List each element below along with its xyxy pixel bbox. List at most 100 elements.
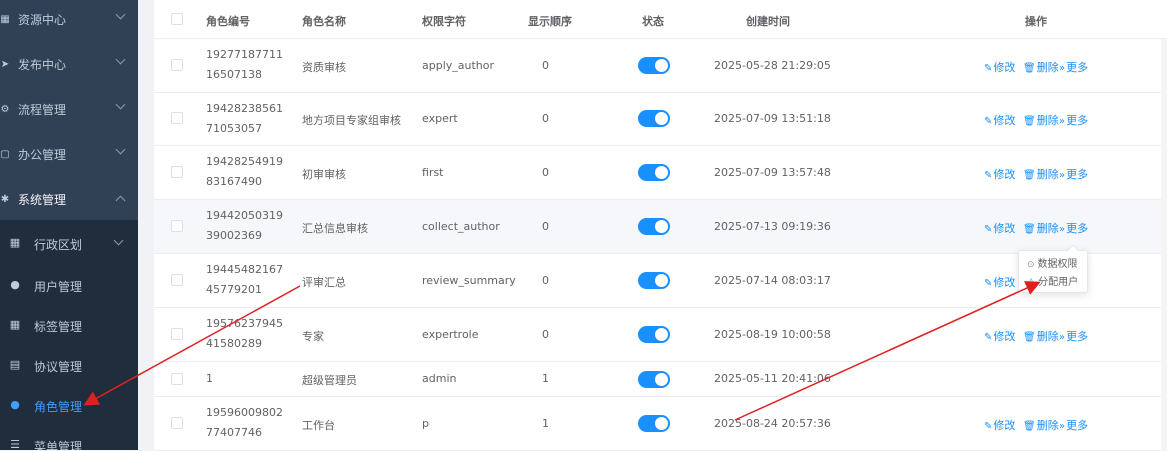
menu-item-data-permission[interactable]: ⊙ 数据权限	[1027, 255, 1078, 270]
table-row: 1959600980277407746 工作台 p 1 2025-08-24 2…	[154, 397, 1161, 451]
created-time: 2025-07-09 13:57:48	[714, 166, 831, 179]
chevron-down-icon	[115, 144, 126, 155]
role-id: 1944205031939002369	[206, 209, 283, 242]
sidebar-item-publish-center[interactable]: ➤ 发布中心	[0, 42, 138, 87]
role-name: 初审审核	[302, 168, 346, 181]
status-switch[interactable]	[638, 110, 670, 127]
edit-button[interactable]: ✎修改	[984, 112, 1015, 128]
role-id: 1942823856171053057	[206, 102, 283, 135]
double-chevron-right-icon: »	[1059, 421, 1066, 432]
role-name: 超级管理员	[302, 374, 357, 387]
chevron-up-icon	[115, 195, 126, 206]
status-switch[interactable]	[638, 415, 670, 432]
row-checkbox[interactable]	[171, 112, 183, 124]
row-checkbox[interactable]	[171, 166, 183, 178]
trash-icon: 🗑	[1023, 170, 1036, 181]
table-row: 1944548216745779201 评审汇总 review_summary …	[154, 254, 1161, 308]
status-switch[interactable]	[638, 272, 670, 289]
role-name: 工作台	[302, 419, 335, 432]
double-chevron-right-icon: »	[1059, 224, 1066, 235]
trash-icon: 🗑	[1023, 116, 1036, 127]
row-checkbox[interactable]	[171, 417, 183, 429]
edit-button[interactable]: ✎修改	[984, 166, 1015, 182]
more-button[interactable]: »更多	[1059, 417, 1088, 433]
status-switch[interactable]	[638, 57, 670, 74]
created-time: 2025-07-14 08:03:17	[714, 274, 831, 287]
sidebar-item-tag-management[interactable]: ▦ 标签管理	[0, 305, 138, 345]
status-switch[interactable]	[638, 164, 670, 181]
delete-button[interactable]: 🗑删除	[1023, 220, 1059, 236]
edit-button[interactable]: ✎修改	[984, 274, 1015, 290]
role-id: 1959600980277407746	[206, 406, 283, 439]
status-switch[interactable]	[638, 326, 670, 343]
edit-button[interactable]: ✎修改	[984, 417, 1015, 433]
more-button[interactable]: »更多	[1059, 112, 1088, 128]
sidebar-item-user-management[interactable]: ● 用户管理	[0, 265, 138, 305]
row-checkbox[interactable]	[171, 328, 183, 340]
chevron-down-icon	[115, 54, 126, 65]
sort-order: 0	[542, 166, 549, 179]
sidebar-item-office-management[interactable]: ▢ 办公管理	[0, 132, 138, 177]
trash-icon: 🗑	[1023, 224, 1036, 235]
role-name: 专家	[302, 330, 324, 343]
grid-icon: ▦	[9, 236, 21, 249]
sidebar-item-admin-division[interactable]: ▦ 行政区划	[0, 223, 138, 263]
double-chevron-right-icon: »	[1059, 332, 1066, 343]
created-time: 2025-08-19 10:00:58	[714, 328, 831, 341]
delete-button[interactable]: 🗑删除	[1023, 166, 1059, 182]
row-checkbox[interactable]	[171, 274, 183, 286]
more-button[interactable]: »更多	[1059, 166, 1088, 182]
chevron-down-icon	[115, 99, 126, 110]
select-all-checkbox[interactable]	[171, 13, 183, 25]
scrollbar[interactable]	[1161, 0, 1167, 450]
edit-icon: ✎	[984, 278, 993, 289]
row-checkbox[interactable]	[171, 59, 183, 71]
trash-icon: 🗑	[1023, 332, 1036, 343]
sort-order: 0	[542, 59, 549, 72]
role-id: 1957623794541580289	[206, 317, 283, 350]
delete-button[interactable]: 🗑删除	[1023, 112, 1059, 128]
sidebar-item-resource-center[interactable]: ▦ 资源中心	[0, 0, 138, 42]
list-icon: ☰	[10, 438, 20, 451]
sidebar-item-role-management[interactable]: ● 角色管理	[0, 385, 138, 425]
grid-icon: ▦	[0, 13, 10, 25]
edit-button[interactable]: ✎修改	[984, 220, 1015, 236]
role-name: 地方项目专家组审核	[302, 114, 401, 127]
row-checkbox[interactable]	[171, 373, 183, 385]
status-switch[interactable]	[638, 371, 670, 388]
permission-key: collect_author	[422, 220, 500, 233]
sidebar-item-menu-management[interactable]: ☰ 菜单管理	[0, 425, 138, 451]
permission-key: apply_author	[422, 59, 495, 72]
edit-button[interactable]: ✎修改	[984, 59, 1015, 75]
sidebar-item-protocol-management[interactable]: ▤ 协议管理	[0, 345, 138, 385]
role-name: 汇总信息审核	[302, 222, 368, 235]
table-row: 1942823856171053057 地方项目专家组审核 expert 0 2…	[154, 93, 1161, 146]
edit-button[interactable]: ✎修改	[984, 328, 1015, 344]
header-permission-key: 权限字符	[422, 15, 466, 28]
chevron-down-icon	[115, 9, 126, 20]
double-chevron-right-icon: »	[1059, 63, 1066, 74]
submenu: ▦ 行政区划 ● 用户管理 ▦ 标签管理 ▤ 协议管理 ● 角色管理 ☰ 菜单管…	[0, 220, 138, 450]
permission-key: expertrole	[422, 328, 479, 341]
edit-icon: ✎	[984, 116, 993, 127]
menu-item-assign-user[interactable]: ♙ 分配用户	[1027, 273, 1078, 288]
user-icon: ♙	[1027, 278, 1036, 288]
sidebar-item-system-management[interactable]: ✱ 系统管理	[0, 177, 138, 222]
sort-order: 1	[542, 372, 549, 385]
more-button[interactable]: »更多	[1059, 59, 1088, 75]
more-button[interactable]: »更多	[1059, 328, 1088, 344]
double-chevron-right-icon: »	[1059, 116, 1066, 127]
delete-button[interactable]: 🗑删除	[1023, 59, 1059, 75]
more-button[interactable]: »更多	[1059, 220, 1088, 236]
table-header: 角色编号 角色名称 权限字符 显示顺序 状态 创建时间 操作	[154, 0, 1167, 39]
status-switch[interactable]	[638, 218, 670, 235]
header-sort-order: 显示顺序	[528, 15, 572, 28]
row-checkbox[interactable]	[171, 220, 183, 232]
permission-key: first	[422, 166, 444, 179]
delete-button[interactable]: 🗑删除	[1023, 328, 1059, 344]
sidebar-item-flow-management[interactable]: ⚙ 流程管理	[0, 87, 138, 132]
delete-button[interactable]: 🗑删除	[1023, 417, 1059, 433]
role-id: 1944548216745779201	[206, 263, 283, 296]
table-row: 1927718771116507138 资质审核 apply_author 0 …	[154, 39, 1161, 93]
users-icon: ●	[10, 398, 20, 411]
